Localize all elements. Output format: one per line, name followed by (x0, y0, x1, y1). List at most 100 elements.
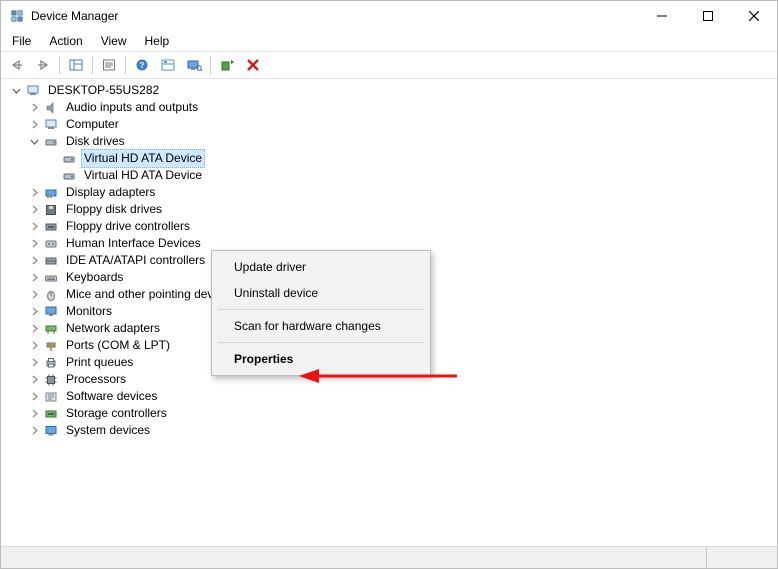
context-menu-uninstall[interactable]: Uninstall device (214, 280, 428, 306)
tree-label: Virtual HD ATA Device (81, 167, 205, 184)
toolbar-separator (210, 56, 211, 74)
context-menu-scan[interactable]: Scan for hardware changes (214, 313, 428, 339)
tree-label: IDE ATA/ATAPI controllers (63, 252, 208, 269)
tree-item-disk-child[interactable]: Virtual HD ATA Device (5, 167, 777, 184)
tree-item-display[interactable]: Display adapters (5, 184, 777, 201)
tree-item-floppy-drives[interactable]: Floppy disk drives (5, 201, 777, 218)
cpu-icon (43, 372, 59, 388)
expand-icon[interactable] (27, 407, 41, 421)
tree-item-software-devices[interactable]: Software devices (5, 388, 777, 405)
floppy-icon (43, 202, 59, 218)
back-button[interactable] (5, 54, 29, 76)
tree-item-audio[interactable]: Audio inputs and outputs (5, 99, 777, 116)
tree-label: Display adapters (63, 184, 158, 201)
disk-icon (61, 168, 77, 184)
maximize-button[interactable] (685, 1, 731, 31)
context-menu-update-driver[interactable]: Update driver (214, 254, 428, 280)
help-button[interactable]: ? (130, 54, 154, 76)
hid-icon (43, 236, 59, 252)
system-icon (43, 423, 59, 439)
window-buttons (639, 1, 777, 31)
expand-icon[interactable] (27, 220, 41, 234)
show-hide-tree-button[interactable] (64, 54, 88, 76)
computer-icon (25, 83, 41, 99)
toolbar-separator (125, 56, 126, 74)
context-menu-separator (218, 342, 424, 343)
expand-icon[interactable] (27, 356, 41, 370)
tree-label: Network adapters (63, 320, 163, 337)
expand-icon[interactable] (27, 305, 41, 319)
window-title: Device Manager (31, 9, 639, 23)
toolbar-separator (59, 56, 60, 74)
expand-icon[interactable] (27, 339, 41, 353)
add-legacy-button[interactable] (215, 54, 239, 76)
context-menu-properties[interactable]: Properties (214, 346, 428, 372)
tree-item-computer[interactable]: Computer (5, 116, 777, 133)
monitor-icon (43, 304, 59, 320)
menu-view[interactable]: View (92, 32, 136, 50)
menu-help[interactable]: Help (136, 32, 179, 50)
uninstall-button[interactable] (241, 54, 265, 76)
display-adapter-icon (43, 185, 59, 201)
content-pane[interactable]: DESKTOP-55US282 Audio inputs and outputs… (1, 79, 777, 546)
printer-icon (43, 355, 59, 371)
expand-icon[interactable] (27, 322, 41, 336)
app-icon (9, 8, 25, 24)
expand-icon[interactable] (27, 203, 41, 217)
collapse-icon[interactable] (9, 84, 23, 98)
tree-label: Software devices (63, 388, 160, 405)
speaker-icon (43, 100, 59, 116)
tree-label: Monitors (63, 303, 115, 320)
device-manager-window: Device Manager File Action View Help (0, 0, 778, 569)
tree-label: Floppy drive controllers (63, 218, 193, 235)
expand-icon[interactable] (27, 271, 41, 285)
tree-label: Human Interface Devices (63, 235, 204, 252)
expand-icon[interactable] (27, 237, 41, 251)
expand-icon[interactable] (27, 424, 41, 438)
expand-icon[interactable] (27, 101, 41, 115)
close-button[interactable] (731, 1, 777, 31)
tree-label: DESKTOP-55US282 (45, 82, 162, 99)
titlebar: Device Manager (1, 1, 777, 31)
tree-label: Storage controllers (63, 405, 170, 422)
properties-button[interactable] (97, 54, 121, 76)
statusbar-separator (706, 547, 707, 568)
ports-icon (43, 338, 59, 354)
minimize-button[interactable] (639, 1, 685, 31)
expand-icon[interactable] (27, 118, 41, 132)
expand-icon[interactable] (27, 186, 41, 200)
collapse-icon[interactable] (27, 135, 41, 149)
expand-icon[interactable] (27, 373, 41, 387)
computer-icon (43, 117, 59, 133)
disk-icon (61, 151, 77, 167)
tree-label: Disk drives (63, 133, 128, 150)
expand-icon[interactable] (27, 390, 41, 404)
svg-text:?: ? (140, 61, 145, 70)
tree-item-storage-controllers[interactable]: Storage controllers (5, 405, 777, 422)
tree-label: Audio inputs and outputs (63, 99, 201, 116)
menu-action[interactable]: Action (40, 32, 91, 50)
context-menu-separator (218, 309, 424, 310)
mouse-icon (43, 287, 59, 303)
keyboard-icon (43, 270, 59, 286)
forward-button[interactable] (31, 54, 55, 76)
menu-file[interactable]: File (3, 32, 40, 50)
tree-label: Ports (COM & LPT) (63, 337, 173, 354)
toolbar-separator (92, 56, 93, 74)
software-icon (43, 389, 59, 405)
storage-controller-icon (43, 406, 59, 422)
expand-icon[interactable] (27, 288, 41, 302)
scan-hardware-button[interactable] (182, 54, 206, 76)
tree-label: Virtual HD ATA Device (81, 149, 205, 168)
tree-label: Floppy disk drives (63, 201, 165, 218)
disk-icon (43, 134, 59, 150)
tree-item-disk-child[interactable]: Virtual HD ATA Device (5, 150, 777, 167)
action-center-button[interactable] (156, 54, 180, 76)
tree-item-system-devices[interactable]: System devices (5, 422, 777, 439)
ide-icon (43, 253, 59, 269)
tree-item-floppy-controllers[interactable]: Floppy drive controllers (5, 218, 777, 235)
expand-icon[interactable] (27, 254, 41, 268)
tree-item-disk-drives[interactable]: Disk drives (5, 133, 777, 150)
tree-root[interactable]: DESKTOP-55US282 (5, 82, 777, 99)
tree-label: System devices (63, 422, 153, 439)
